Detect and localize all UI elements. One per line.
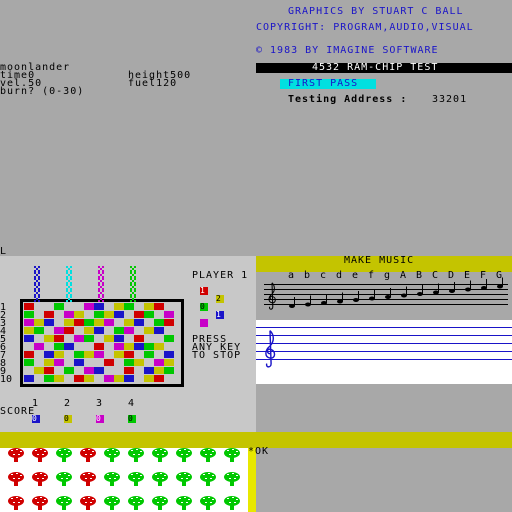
mushroom-icon — [200, 472, 216, 486]
mushroom-icon — [152, 496, 168, 510]
mushroom-icon — [128, 472, 144, 486]
mushroom-icon — [152, 472, 168, 486]
mushroom-icon — [80, 448, 96, 462]
mushroom-icon — [200, 448, 216, 462]
mushroom-icon — [8, 472, 24, 486]
mushroom-icon — [32, 496, 48, 510]
mushroom-icon — [104, 496, 120, 510]
mushroom-icon — [32, 448, 48, 462]
mushroom-icon — [56, 472, 72, 486]
mushroom-icon — [32, 472, 48, 486]
mushroom-icon — [8, 496, 24, 510]
mushroom-icon — [80, 472, 96, 486]
mushroom-icon — [128, 496, 144, 510]
mushroom-icon — [8, 448, 24, 462]
mushroom-icon — [56, 448, 72, 462]
mushroom-icon — [104, 448, 120, 462]
mushroom-icon — [56, 496, 72, 510]
mushroom-icon — [176, 472, 192, 486]
mushroom-icon — [200, 496, 216, 510]
mushroom-icon — [104, 472, 120, 486]
mushroom-icon — [80, 496, 96, 510]
mushrooms — [8, 448, 240, 510]
mushroom-icon — [152, 448, 168, 462]
mushroom-icon — [224, 496, 240, 510]
mushroom-icon — [224, 472, 240, 486]
mushroom-icon — [128, 448, 144, 462]
mushroom-icon — [224, 448, 240, 462]
mushroom-icon — [176, 496, 192, 510]
mushroom-icon — [176, 448, 192, 462]
